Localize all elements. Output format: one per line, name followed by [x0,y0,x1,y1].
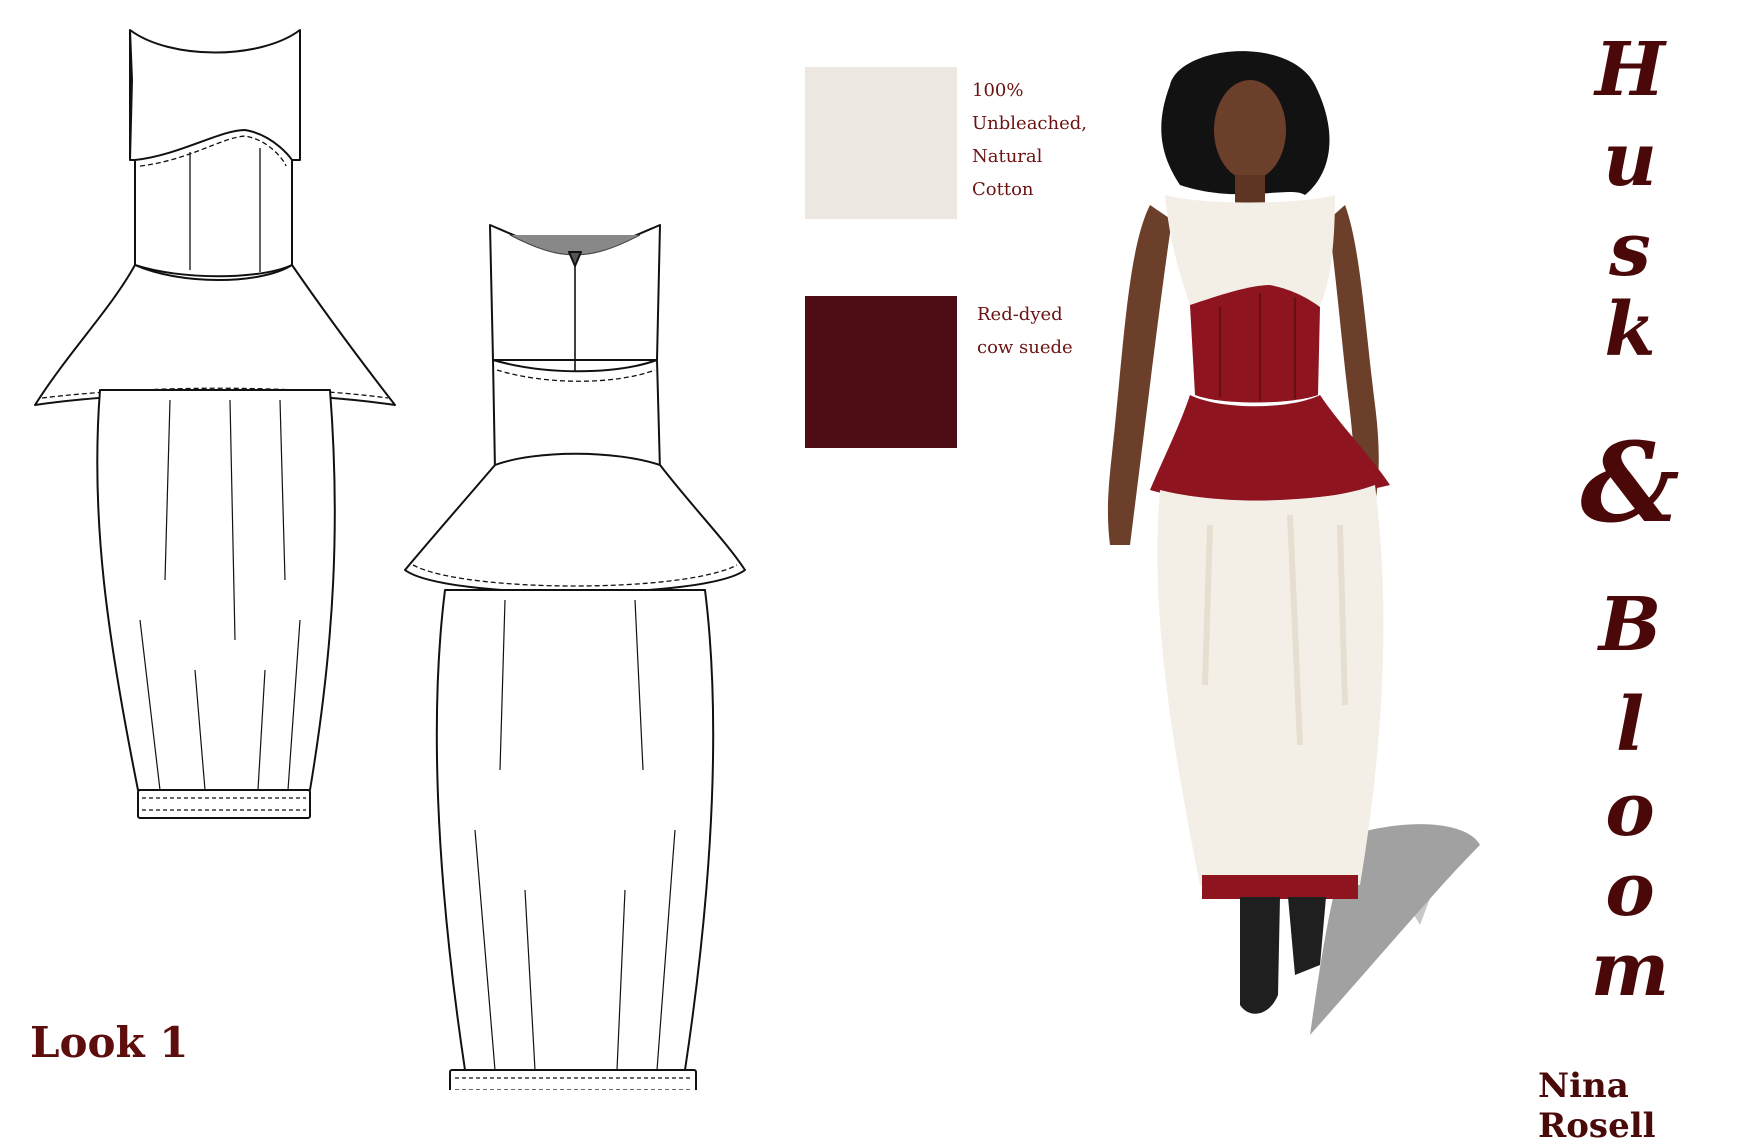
front-flat-sketch [34,29,396,819]
title-letter: o [1605,767,1655,853]
suede-label-line-1: Red-dyed [977,304,1063,325]
cotton-label-line-2: Unbleached, [972,113,1087,134]
suede-label-line-2: cow suede [977,337,1073,358]
boot-right [1288,897,1326,975]
title-letter: u [1603,117,1657,203]
look-label: Look 1 [30,1018,189,1067]
collection-title: H u s k & B l o o m [1560,28,1700,1028]
cotton-swatch [805,67,957,219]
face [1214,80,1286,180]
title-letter: k [1604,287,1656,373]
designer-name: Nina Rosell [1538,1066,1656,1146]
cotton-swatch-label: 100% Unbleached, Natural Cotton [972,74,1087,206]
front-hem-band [137,789,311,819]
title-letter: H [1595,27,1665,113]
suede-swatch [805,296,957,448]
back-skirt [435,589,715,1071]
title-letter: o [1605,847,1655,933]
suede-corset [1190,285,1320,403]
front-skirt [96,389,336,791]
title-letter: l [1615,682,1645,768]
suede-hem [1202,875,1358,899]
cotton-skirt [1157,485,1384,885]
title-letter: m [1590,927,1670,1013]
fashion-illustration [1107,51,1480,1035]
back-peplum [404,452,746,594]
back-flat-sketch [404,224,746,1090]
cotton-label-line-1: 100% [972,80,1024,101]
suede-swatch-label: Red-dyed cow suede [977,298,1073,364]
back-hem-band [449,1069,697,1090]
title-letter: s [1609,207,1651,293]
cotton-label-line-4: Cotton [972,179,1034,200]
boot-left [1240,897,1280,1014]
front-peplum [34,264,396,406]
title-letter: B [1598,582,1662,668]
cotton-label-line-3: Natural [972,146,1043,167]
title-ampersand: & [1580,418,1680,547]
